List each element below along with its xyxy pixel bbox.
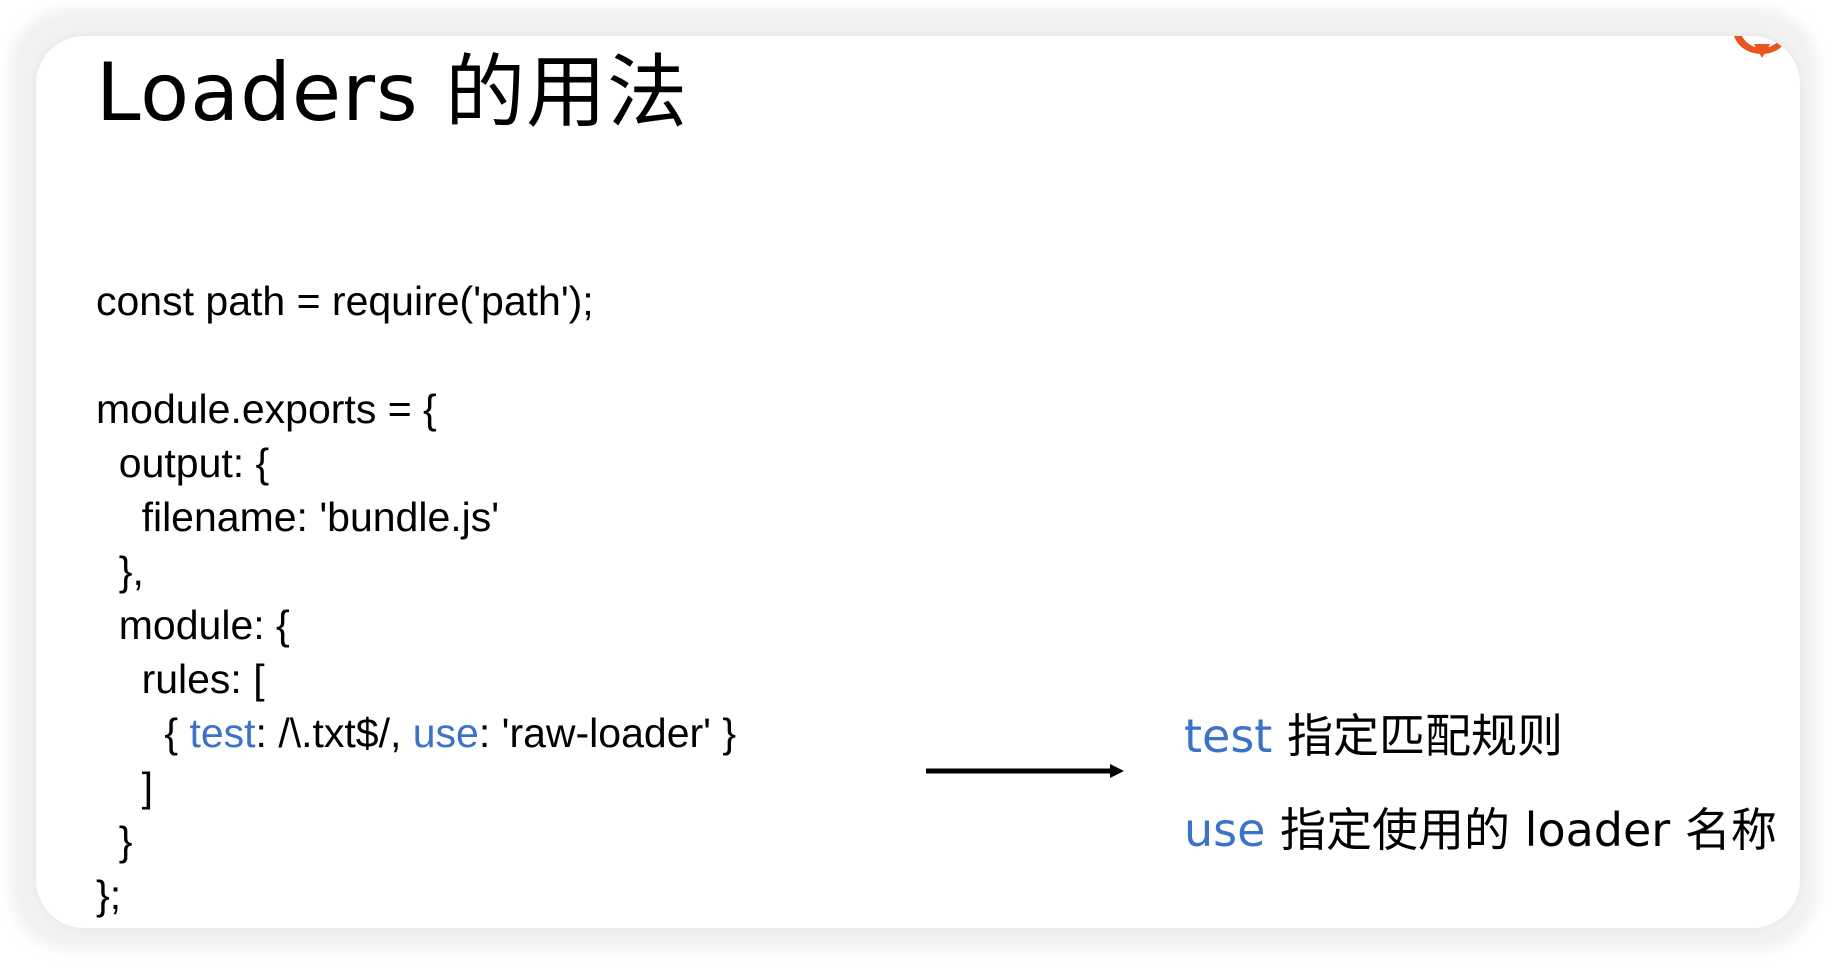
note-text: 指定匹配规则 bbox=[1272, 709, 1563, 763]
code-text: module.exports = { bbox=[96, 386, 437, 432]
slide: Loaders 的用法 const path = require('path')… bbox=[36, 36, 1800, 928]
code-keyword: use bbox=[412, 710, 479, 756]
code-line: const path = require('path'); bbox=[96, 274, 736, 328]
code-line: module.exports = { bbox=[96, 382, 736, 436]
code-line: module: { bbox=[96, 598, 736, 652]
note-keyword: test bbox=[1184, 709, 1273, 763]
code-block: const path = require('path'); module.expo… bbox=[96, 274, 736, 922]
code-text: ] bbox=[96, 764, 153, 810]
code-keyword: test bbox=[189, 710, 256, 756]
code-text: }, bbox=[96, 548, 144, 594]
code-text: const path = require('path'); bbox=[96, 278, 594, 324]
code-text: module: { bbox=[96, 602, 290, 648]
note-keyword: use bbox=[1184, 803, 1266, 857]
code-text: output: { bbox=[96, 440, 270, 486]
code-text: : /\.txt$/, bbox=[255, 710, 413, 756]
code-line: } bbox=[96, 814, 736, 868]
code-text: }; bbox=[96, 872, 122, 918]
brand-logo-icon bbox=[1734, 36, 1788, 58]
right-arrow-icon bbox=[926, 764, 1124, 778]
code-text: filename: 'bundle.js' bbox=[96, 494, 500, 540]
code-text: } bbox=[96, 818, 133, 864]
code-text: rules: [ bbox=[96, 656, 265, 702]
code-line: }; bbox=[96, 868, 736, 922]
code-line: { test: /\.txt$/, use: 'raw-loader' } bbox=[96, 706, 736, 760]
notes-list: test 指定匹配规则 use 指定使用的 loader 名称 bbox=[1184, 704, 1777, 892]
code-line: ] bbox=[96, 760, 736, 814]
code-text: { bbox=[96, 710, 190, 756]
note-item: test 指定匹配规则 bbox=[1184, 704, 1777, 798]
code-line: output: { bbox=[96, 436, 736, 490]
note-item: use 指定使用的 loader 名称 bbox=[1184, 798, 1777, 892]
code-line: filename: 'bundle.js' bbox=[96, 490, 736, 544]
code-line: }, bbox=[96, 544, 736, 598]
slide-title: Loaders 的用法 bbox=[96, 46, 689, 139]
code-text: : 'raw-loader' } bbox=[478, 710, 737, 756]
note-text: 指定使用的 loader 名称 bbox=[1265, 803, 1777, 857]
code-line: rules: [ bbox=[96, 652, 736, 706]
